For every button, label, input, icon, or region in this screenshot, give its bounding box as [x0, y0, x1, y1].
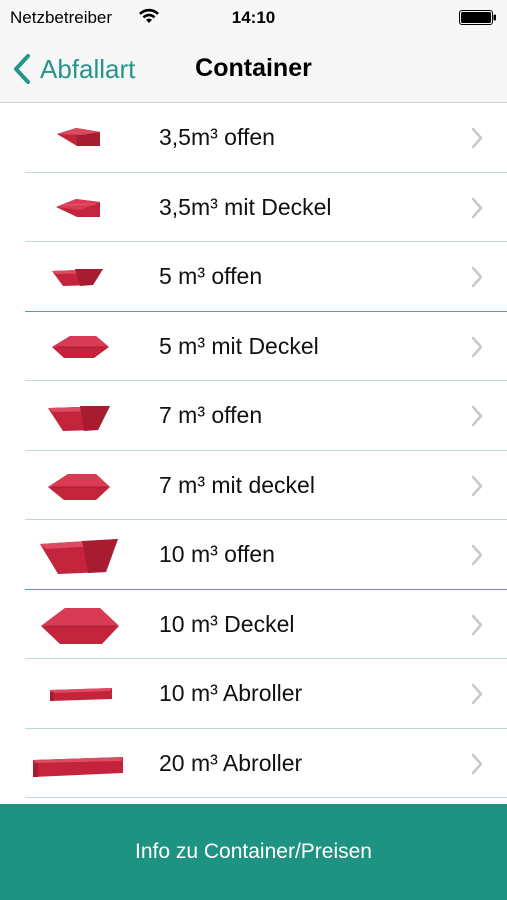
- chevron-right-icon: [471, 753, 483, 774]
- container-label: 20 m³ Abroller: [159, 749, 303, 776]
- roll-off-large-icon: [33, 756, 123, 777]
- clock: 14:10: [231, 8, 276, 27]
- container-label: 5 m³ mit Deckel: [159, 332, 319, 359]
- skip-lid-small-icon: [56, 198, 100, 217]
- chevron-right-icon: [471, 266, 483, 288]
- status-bar: Netzbetreiber 14:10: [0, 0, 507, 36]
- skip-open-icon: [48, 406, 110, 431]
- chevron-right-icon: [471, 127, 483, 149]
- skip-open-icon: [52, 269, 103, 286]
- list-item[interactable]: 10 m³ Deckel: [0, 590, 507, 660]
- info-prices-button[interactable]: Info zu Container/Preisen: [0, 804, 507, 900]
- list-item[interactable]: 20 m³ Abroller: [0, 729, 507, 799]
- list-item[interactable]: 7 m³ mit deckel: [0, 451, 507, 521]
- list-item[interactable]: 5 m³ offen: [0, 242, 507, 312]
- navigation-bar: Abfallart Container: [0, 36, 507, 103]
- list-item[interactable]: 3,5m³ offen: [0, 103, 507, 173]
- chevron-right-icon: [471, 614, 483, 635]
- roll-off-icon: [50, 688, 112, 701]
- list-item[interactable]: 3,5m³ mit Deckel: [0, 173, 507, 243]
- container-label: 10 m³ Abroller: [159, 680, 303, 706]
- skip-lid-icon: [48, 473, 110, 500]
- chevron-right-icon: [471, 197, 483, 218]
- container-label: 5 m³ offen: [159, 263, 263, 289]
- container-label: 10 m³ Deckel: [159, 610, 295, 637]
- skip-lid-large-icon: [41, 607, 119, 644]
- list-item[interactable]: 5 m³ mit Deckel: [0, 312, 507, 382]
- list-item[interactable]: 10 m³ Abroller: [0, 659, 507, 729]
- skip-lid-icon: [52, 335, 109, 358]
- chevron-right-icon: [471, 405, 483, 427]
- skip-open-large-icon: [40, 539, 118, 574]
- battery-icon: [459, 10, 496, 25]
- container-label: 10 m³ offen: [159, 541, 275, 567]
- container-label: 7 m³ mit deckel: [159, 471, 315, 498]
- chevron-right-icon: [471, 475, 483, 496]
- container-label: 7 m³ offen: [159, 402, 263, 428]
- container-label: 3,5m³ mit Deckel: [159, 193, 332, 220]
- container-label: 3,5m³ offen: [159, 124, 275, 150]
- skip-open-small-icon: [57, 128, 100, 146]
- chevron-right-icon: [471, 336, 483, 357]
- list-item[interactable]: 10 m³ offen: [0, 520, 507, 590]
- chevron-right-icon: [471, 683, 483, 705]
- page-title: Container: [195, 54, 312, 82]
- container-list: 3,5m³ offen 3,5m³ mit Deckel 5 m³ offen …: [0, 103, 507, 798]
- list-item[interactable]: 7 m³ offen: [0, 381, 507, 451]
- chevron-right-icon: [471, 544, 483, 566]
